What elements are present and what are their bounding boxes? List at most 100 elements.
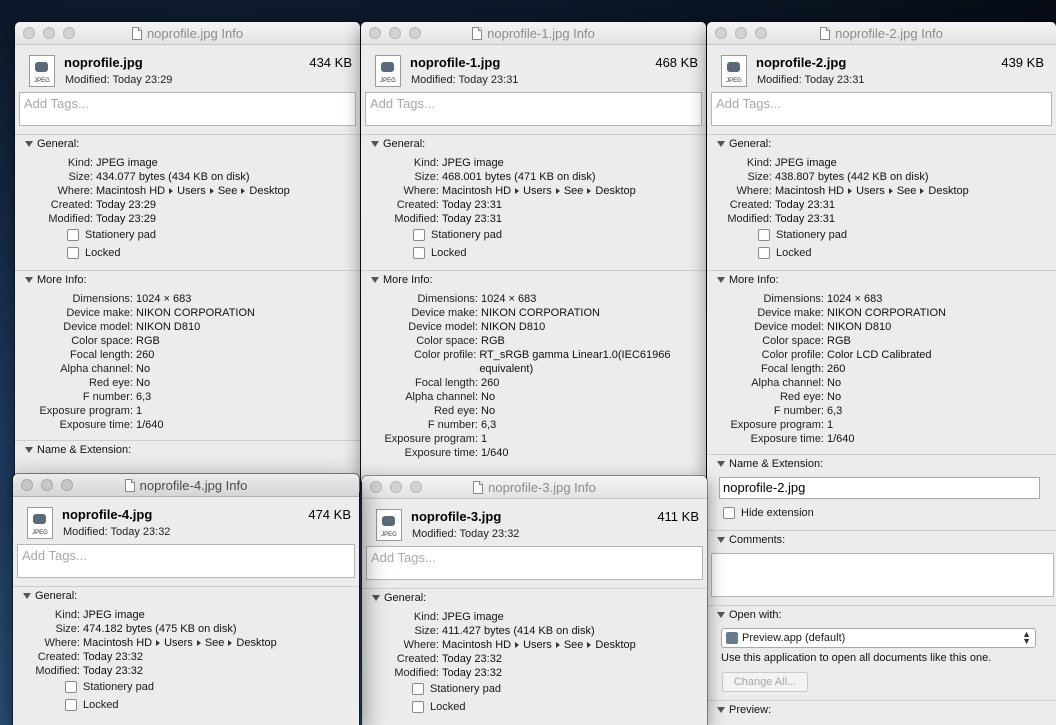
general-disclosure[interactable]: General:: [25, 137, 360, 151]
tags-field[interactable]: Add Tags...: [711, 92, 1052, 126]
size-label: Size:: [414, 625, 439, 637]
red-eye-value: No: [136, 377, 151, 389]
stationery-checkbox[interactable]: Stationery pad: [413, 226, 706, 244]
name-extension-input[interactable]: noprofile-2.jpg: [719, 477, 1040, 499]
red-eye-label: Red eye:: [779, 391, 824, 403]
title-bar[interactable]: noprofile.jpg Info: [15, 22, 360, 45]
general-disclosure[interactable]: General:: [372, 591, 707, 605]
tags-field[interactable]: Add Tags...: [365, 92, 702, 126]
kind-value: JPEG image: [96, 157, 158, 169]
name-extension-section: Name & Extension: noprofile-2.jpg Hide e…: [707, 454, 1056, 522]
device-make-value: NIKON CORPORATION: [827, 307, 946, 319]
f-number-label: F number:: [773, 405, 824, 417]
locked-checkbox[interactable]: Locked: [758, 244, 1056, 262]
device-model-label: Device model:: [408, 321, 478, 333]
modified-label: Modified:: [727, 213, 772, 225]
jpeg-file-icon: [375, 55, 401, 87]
change-all-button[interactable]: Change All...: [722, 672, 808, 692]
stationery-checkbox[interactable]: Stationery pad: [67, 226, 360, 244]
title-bar[interactable]: noprofile-3.jpg Info: [362, 476, 707, 499]
created-label: Created:: [396, 199, 439, 211]
created-label: Created:: [396, 653, 439, 665]
alpha-channel-value: No: [827, 377, 842, 389]
title-bar[interactable]: noprofile-2.jpg Info: [707, 22, 1056, 45]
file-modified: Modified: Today 23:29: [65, 74, 173, 86]
document-icon: [131, 26, 142, 40]
name-extension-disclosure[interactable]: Name & Extension:: [25, 443, 360, 457]
exposure-time-value: 1/640: [136, 419, 164, 431]
modified-label: Modified:: [35, 665, 80, 677]
exposure-program-label: Exposure program:: [384, 433, 478, 445]
comments-textarea[interactable]: [711, 553, 1054, 597]
open-with-disclosure[interactable]: Open with:: [717, 608, 1056, 622]
window-title: noprofile-1.jpg Info: [487, 25, 595, 41]
color-space-value: RGB: [481, 335, 505, 347]
where-path: Macintosh HD Users See Desktop: [442, 639, 636, 651]
red-eye-value: No: [827, 391, 842, 403]
where-label: Where:: [57, 185, 93, 197]
f-number-label: F number:: [82, 391, 133, 403]
kind-value: JPEG image: [442, 157, 504, 169]
dimensions-label: Dimensions:: [72, 293, 133, 305]
dimensions-label: Dimensions:: [763, 293, 824, 305]
preview-app-icon: [726, 632, 738, 644]
modified-label: Modified:: [394, 667, 439, 679]
open-with-section: Open with: Preview.app (default) ▲ ▼ Use …: [707, 605, 1056, 692]
disclosure-triangle-icon: [717, 612, 725, 618]
size-value: 411.427 bytes (414 KB on disk): [442, 625, 595, 637]
preview-disclosure[interactable]: Preview:: [717, 703, 1056, 717]
document-icon: [124, 478, 135, 492]
locked-checkbox[interactable]: Locked: [67, 244, 360, 262]
created-value: Today 23:31: [442, 199, 502, 211]
color-profile-value: Color LCD Calibrated: [827, 349, 932, 361]
more-info-section: More Info: Dimensions: 1024 × 683 Device …: [361, 270, 706, 460]
created-value: Today 23:32: [442, 653, 502, 665]
color-profile-label: Color profile:: [413, 349, 477, 361]
title-bar[interactable]: noprofile-1.jpg Info: [361, 22, 706, 45]
file-name: noprofile-2.jpg: [756, 55, 847, 70]
name-extension-disclosure[interactable]: Name & Extension:: [717, 457, 1056, 471]
general-disclosure[interactable]: General:: [371, 137, 706, 151]
disclosure-triangle-icon: [371, 141, 379, 147]
exposure-time-value: 1/640: [481, 447, 509, 459]
size-label: Size:: [747, 171, 772, 183]
exposure-program-value: 1: [481, 433, 488, 445]
comments-disclosure[interactable]: Comments:: [717, 533, 1056, 547]
more-info-disclosure[interactable]: More Info:: [717, 273, 1056, 287]
color-profile-value: RT_sRGB gamma Linear1.0(IEC61966 equival…: [479, 349, 671, 375]
locked-checkbox[interactable]: Locked: [65, 696, 359, 714]
where-path: Macintosh HD Users See Desktop: [83, 637, 277, 649]
modified-value: Today 23:29: [96, 213, 156, 225]
title-bar[interactable]: noprofile-4.jpg Info: [13, 474, 359, 497]
stationery-checkbox[interactable]: Stationery pad: [758, 226, 1056, 244]
window-title: noprofile-3.jpg Info: [488, 479, 596, 495]
tags-field[interactable]: Add Tags...: [19, 92, 356, 126]
hide-extension-checkbox[interactable]: Hide extension: [723, 504, 1056, 522]
stationery-checkbox[interactable]: Stationery pad: [65, 678, 359, 696]
created-label: Created:: [37, 651, 80, 663]
general-section: General: Kind: JPEG image Size: 438.807 by…: [707, 134, 1056, 262]
tags-field[interactable]: Add Tags...: [366, 546, 703, 580]
kind-label: Kind:: [746, 157, 772, 169]
general-disclosure[interactable]: General:: [717, 137, 1056, 151]
open-with-description: Use this application to open all documen…: [721, 652, 992, 664]
more-info-disclosure[interactable]: More Info:: [371, 273, 706, 287]
f-number-value: 6,3: [827, 405, 843, 417]
disclosure-triangle-icon: [717, 537, 725, 543]
stationery-checkbox[interactable]: Stationery pad: [412, 680, 707, 698]
created-value: Today 23:29: [96, 199, 156, 211]
disclosure-triangle-icon: [25, 447, 33, 453]
exposure-program-label: Exposure program:: [730, 419, 824, 431]
open-with-select[interactable]: Preview.app (default) ▲ ▼: [721, 628, 1036, 648]
file-name: noprofile-4.jpg: [62, 507, 153, 522]
locked-checkbox[interactable]: Locked: [412, 698, 707, 716]
locked-checkbox[interactable]: Locked: [413, 244, 706, 262]
f-number-value: 6,3: [136, 391, 152, 403]
general-disclosure[interactable]: General:: [23, 589, 359, 603]
more-info-disclosure[interactable]: More Info:: [25, 273, 360, 287]
color-space-value: RGB: [136, 335, 160, 347]
window-title: noprofile.jpg Info: [146, 25, 244, 41]
size-value: 474.182 bytes (475 KB on disk): [83, 623, 237, 635]
tags-field[interactable]: Add Tags...: [17, 544, 355, 578]
f-number-value: 6,3: [481, 419, 497, 431]
